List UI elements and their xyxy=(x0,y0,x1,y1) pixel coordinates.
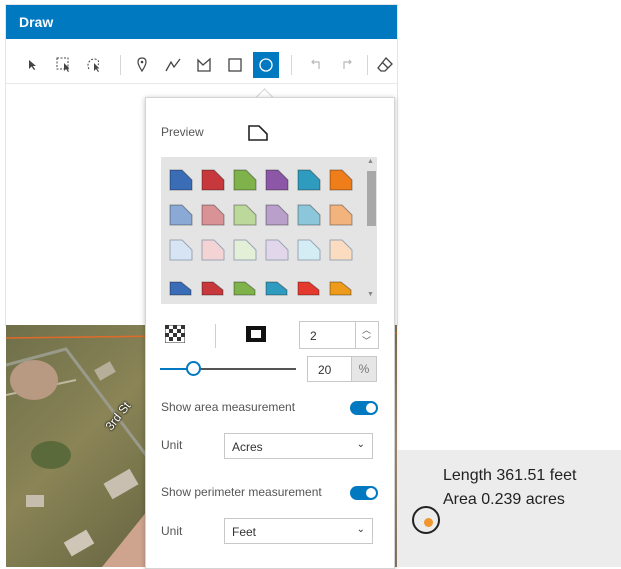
color-swatch[interactable] xyxy=(329,169,353,191)
scrollbar-thumb[interactable] xyxy=(367,171,376,226)
redo-icon xyxy=(343,59,352,69)
fill-pattern-icon[interactable] xyxy=(165,325,185,343)
undo-icon xyxy=(311,59,320,69)
color-swatch[interactable] xyxy=(265,169,289,191)
swatch-scrollbar[interactable]: ▲ ▼ xyxy=(365,157,377,304)
perimeter-unit-label: Unit xyxy=(161,524,183,538)
marquee-select-icon xyxy=(56,57,70,72)
outline-width-stepper[interactable]: ︿ ﹀ xyxy=(355,322,378,348)
arrow-cursor-icon xyxy=(29,60,36,70)
stepper-down-icon[interactable]: ﹀ xyxy=(362,334,371,347)
color-swatch[interactable] xyxy=(201,274,225,296)
marker-dot xyxy=(424,518,433,527)
show-perimeter-toggle[interactable] xyxy=(350,486,378,500)
area-measurement: Area 0.239 acres xyxy=(443,491,565,508)
transparency-slider-handle[interactable] xyxy=(186,361,201,376)
color-swatch[interactable] xyxy=(297,239,321,261)
slider-fill xyxy=(160,368,188,370)
show-area-toggle[interactable] xyxy=(350,401,378,415)
color-swatch[interactable] xyxy=(233,239,257,261)
color-swatch[interactable] xyxy=(233,274,257,296)
transparency-input[interactable]: 20 % xyxy=(307,356,377,382)
measurement-legend: Length 361.51 feet Area 0.239 acres xyxy=(397,450,621,567)
lasso-select-icon xyxy=(87,58,100,72)
eraser-icon xyxy=(377,57,393,72)
color-swatch[interactable] xyxy=(297,274,321,296)
undo-tool-button[interactable] xyxy=(303,52,329,78)
symbol-style-panel: Preview ▲ ▼ 2 ︿ ﹀ 20 % Show area measure… xyxy=(145,97,395,569)
toolbar-separator xyxy=(291,55,292,75)
outline-width-value: 2 xyxy=(310,329,317,343)
transparency-slider[interactable] xyxy=(160,368,296,370)
draw-toolbar xyxy=(6,45,397,84)
box-select-tool-button[interactable] xyxy=(51,52,77,78)
transparency-value: 20 xyxy=(318,363,332,377)
area-unit-value: Acres xyxy=(232,440,263,454)
color-swatch[interactable] xyxy=(297,169,321,191)
pin-icon xyxy=(137,57,147,73)
color-swatch[interactable] xyxy=(201,239,225,261)
perimeter-unit-value: Feet xyxy=(232,525,257,539)
length-measurement: Length 361.51 feet xyxy=(443,467,577,484)
select-tool-button[interactable] xyxy=(20,52,46,78)
show-perimeter-label: Show perimeter measurement xyxy=(161,485,322,499)
redo-tool-button[interactable] xyxy=(334,52,360,78)
outline-width-input[interactable]: 2 ︿ ﹀ xyxy=(299,321,379,349)
color-swatch[interactable] xyxy=(265,239,289,261)
circle-icon xyxy=(259,58,273,72)
widget-header: Draw xyxy=(6,5,397,39)
toolbar-separator xyxy=(367,55,368,75)
lasso-select-tool-button[interactable] xyxy=(81,52,107,78)
color-swatch[interactable] xyxy=(265,274,289,296)
area-unit-select[interactable]: Acres ⌄ xyxy=(224,433,373,459)
scroll-down-icon[interactable]: ▼ xyxy=(367,291,374,298)
color-swatch[interactable] xyxy=(297,204,321,226)
circle-tool-button[interactable] xyxy=(253,52,279,78)
color-swatch[interactable] xyxy=(169,169,193,191)
color-swatch[interactable] xyxy=(169,204,193,226)
color-swatch[interactable] xyxy=(329,204,353,226)
divider xyxy=(215,324,216,348)
polyline-tool-button[interactable] xyxy=(160,52,186,78)
toolbar-separator xyxy=(120,55,121,75)
color-swatch[interactable] xyxy=(329,239,353,261)
polygon-tool-button[interactable] xyxy=(191,52,217,78)
color-swatch[interactable] xyxy=(201,204,225,226)
rectangle-icon xyxy=(228,58,242,72)
perimeter-unit-select[interactable]: Feet ⌄ xyxy=(224,518,373,544)
color-swatch[interactable] xyxy=(233,204,257,226)
rectangle-tool-button[interactable] xyxy=(222,52,248,78)
circle-marker-icon xyxy=(412,506,440,534)
point-tool-button[interactable] xyxy=(129,52,155,78)
scroll-up-icon[interactable]: ▲ xyxy=(367,158,374,165)
color-swatch[interactable] xyxy=(201,169,225,191)
color-swatch[interactable] xyxy=(169,239,193,261)
area-unit-label: Unit xyxy=(161,438,183,452)
clear-tool-button[interactable] xyxy=(372,52,398,78)
swatch-grid: ▲ ▼ xyxy=(161,157,377,304)
color-swatch[interactable] xyxy=(329,274,353,296)
color-swatch[interactable] xyxy=(265,204,289,226)
outline-color-icon[interactable] xyxy=(245,325,267,343)
polyline-icon xyxy=(165,58,181,72)
widget-title: Draw xyxy=(19,14,54,30)
polygon-icon xyxy=(197,57,211,72)
color-swatch[interactable] xyxy=(169,274,193,296)
transparency-unit: % xyxy=(351,357,376,381)
preview-label: Preview xyxy=(161,125,204,139)
chevron-down-icon: ⌄ xyxy=(356,439,365,450)
color-swatch[interactable] xyxy=(233,169,257,191)
chevron-down-icon: ⌄ xyxy=(356,524,365,535)
polygon-preview-icon xyxy=(248,125,268,141)
show-area-label: Show area measurement xyxy=(161,400,296,414)
